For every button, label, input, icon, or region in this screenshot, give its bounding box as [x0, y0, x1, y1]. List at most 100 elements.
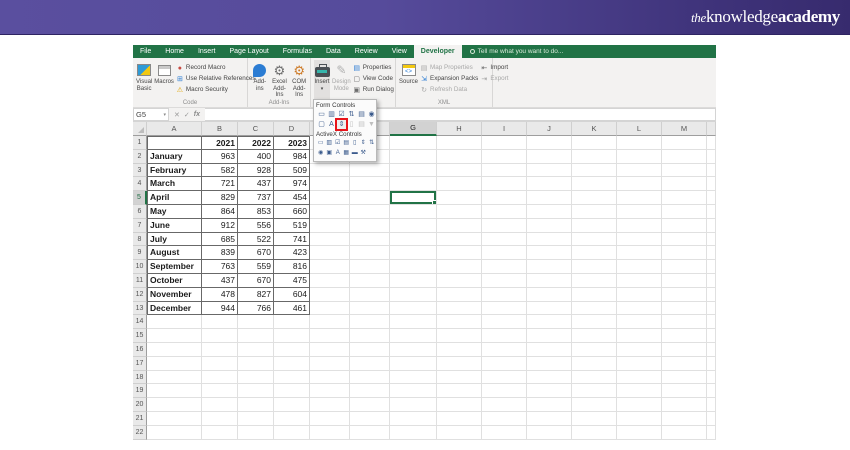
row-header-17[interactable]: 17 [133, 357, 147, 371]
cell-J11[interactable] [527, 274, 572, 288]
cell-E8[interactable] [310, 233, 350, 247]
cell-F18[interactable] [350, 371, 390, 385]
cell-A17[interactable] [147, 357, 202, 371]
cell-A16[interactable] [147, 343, 202, 357]
design-mode-button[interactable]: ✎ Design Mode [332, 60, 351, 99]
cell-B9[interactable]: 839 [202, 246, 238, 260]
cell-E22[interactable] [310, 426, 350, 440]
cell-H17[interactable] [437, 357, 482, 371]
cell-C10[interactable]: 559 [238, 260, 274, 274]
cell-filler19[interactable] [707, 384, 716, 398]
cell-M9[interactable] [662, 246, 707, 260]
cell-filler10[interactable] [707, 260, 716, 274]
view-code-button[interactable]: ▢ View Code [353, 74, 394, 84]
cell-L8[interactable] [617, 233, 662, 247]
macro-security-button[interactable]: ⚠ Macro Security [176, 85, 256, 95]
cell-I3[interactable] [482, 164, 527, 178]
row-header-20[interactable]: 20 [133, 398, 147, 412]
cell-H19[interactable] [437, 384, 482, 398]
column-header-G[interactable]: G [390, 122, 437, 136]
cell-J13[interactable] [527, 302, 572, 316]
cell-D19[interactable] [274, 384, 310, 398]
cell-M11[interactable] [662, 274, 707, 288]
select-all-corner[interactable] [133, 122, 147, 136]
cell-I4[interactable] [482, 177, 527, 191]
cell-D6[interactable]: 660 [274, 205, 310, 219]
cell-D3[interactable]: 509 [274, 164, 310, 178]
cell-F8[interactable] [350, 233, 390, 247]
row-header-4[interactable]: 4 [133, 177, 147, 191]
cell-E21[interactable] [310, 412, 350, 426]
cell-G17[interactable] [390, 357, 437, 371]
cell-J9[interactable] [527, 246, 572, 260]
cell-A9[interactable]: August [147, 246, 202, 260]
cell-J12[interactable] [527, 288, 572, 302]
cell-F10[interactable] [350, 260, 390, 274]
cell-E12[interactable] [310, 288, 350, 302]
cell-A14[interactable] [147, 315, 202, 329]
cell-I1[interactable] [482, 136, 527, 150]
cell-L12[interactable] [617, 288, 662, 302]
cell-C16[interactable] [238, 343, 274, 357]
cell-M16[interactable] [662, 343, 707, 357]
cell-D10[interactable]: 816 [274, 260, 310, 274]
cell-I11[interactable] [482, 274, 527, 288]
tab-view[interactable]: View [385, 45, 414, 58]
import-button[interactable]: ⇤ Import [480, 63, 508, 73]
cell-K6[interactable] [572, 205, 617, 219]
cell-B4[interactable]: 721 [202, 177, 238, 191]
insert-function-icon[interactable]: fx [194, 111, 200, 118]
cell-A13[interactable]: December [147, 302, 202, 316]
cell-B1[interactable]: 2021 [202, 136, 238, 150]
cell-filler7[interactable] [707, 219, 716, 233]
cell-K3[interactable] [572, 164, 617, 178]
form-control-label-icon[interactable]: A [327, 120, 336, 129]
cell-C9[interactable]: 670 [238, 246, 274, 260]
cell-E18[interactable] [310, 371, 350, 385]
row-header-6[interactable]: 6 [133, 205, 147, 219]
cell-G16[interactable] [390, 343, 437, 357]
cell-filler22[interactable] [707, 426, 716, 440]
form-control-check-box-icon[interactable]: ☑ [337, 110, 346, 119]
cell-E6[interactable] [310, 205, 350, 219]
cell-I10[interactable] [482, 260, 527, 274]
cell-L4[interactable] [617, 177, 662, 191]
cell-D15[interactable] [274, 329, 310, 343]
cell-H12[interactable] [437, 288, 482, 302]
cell-B18[interactable] [202, 371, 238, 385]
cell-H9[interactable] [437, 246, 482, 260]
cell-F16[interactable] [350, 343, 390, 357]
cell-M20[interactable] [662, 398, 707, 412]
form-control-combo-list-edit-icon[interactable]: ▤ [357, 120, 366, 129]
cell-G4[interactable] [390, 177, 437, 191]
cell-K2[interactable] [572, 150, 617, 164]
cell-A7[interactable]: June [147, 219, 202, 233]
activex-control-combo-box-icon[interactable]: ▥ [326, 139, 334, 148]
cell-B13[interactable]: 944 [202, 302, 238, 316]
cell-I8[interactable] [482, 233, 527, 247]
cell-filler21[interactable] [707, 412, 716, 426]
cell-E3[interactable] [310, 164, 350, 178]
cell-J3[interactable] [527, 164, 572, 178]
cell-I21[interactable] [482, 412, 527, 426]
row-header-13[interactable]: 13 [133, 302, 147, 316]
cell-D4[interactable]: 974 [274, 177, 310, 191]
cell-K12[interactable] [572, 288, 617, 302]
activex-control-command-button-icon[interactable]: ▭ [317, 139, 325, 148]
cell-M14[interactable] [662, 315, 707, 329]
cell-D21[interactable] [274, 412, 310, 426]
column-header-H[interactable]: H [437, 122, 482, 136]
cell-M19[interactable] [662, 384, 707, 398]
activex-control-text-field-icon[interactable]: ▬ [351, 149, 359, 158]
cell-C3[interactable]: 928 [238, 164, 274, 178]
column-header-A[interactable]: A [147, 122, 202, 136]
cell-E13[interactable] [310, 302, 350, 316]
cell-C13[interactable]: 766 [238, 302, 274, 316]
cell-E11[interactable] [310, 274, 350, 288]
cell-filler2[interactable] [707, 150, 716, 164]
cell-J22[interactable] [527, 426, 572, 440]
cell-B10[interactable]: 763 [202, 260, 238, 274]
cell-C20[interactable] [238, 398, 274, 412]
cell-D22[interactable] [274, 426, 310, 440]
cell-C6[interactable]: 853 [238, 205, 274, 219]
